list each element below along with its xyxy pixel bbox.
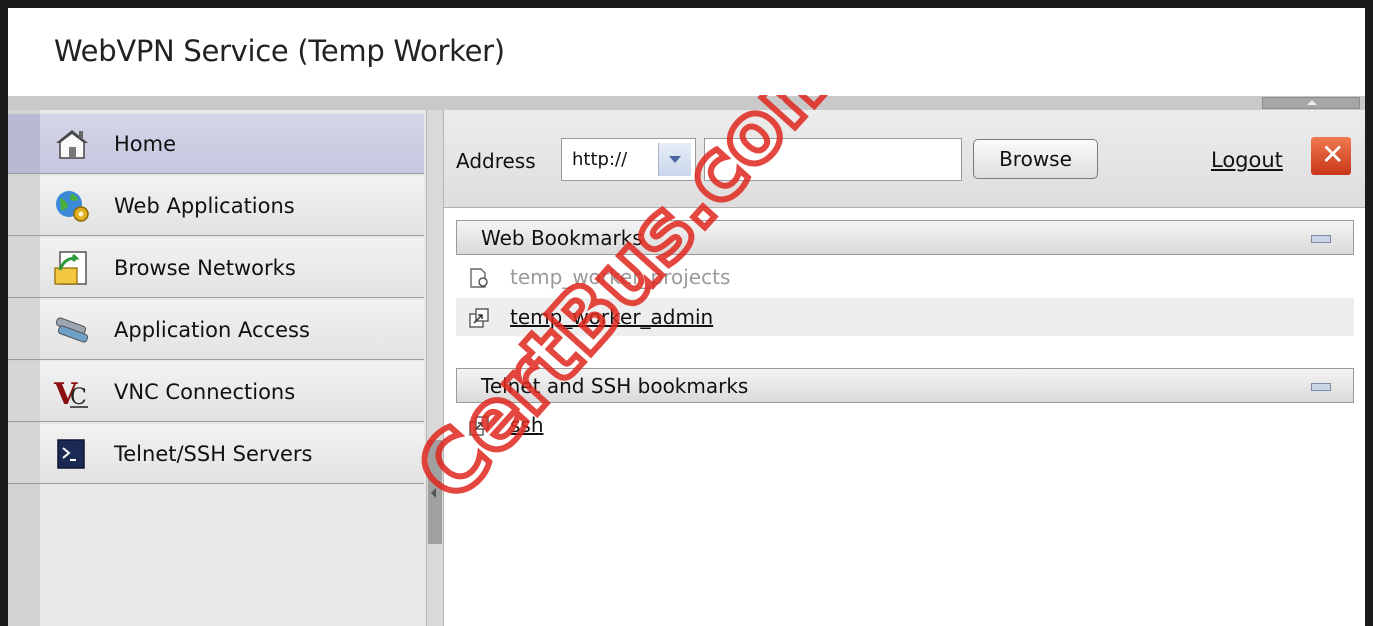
bookmark-row: temp_worker_projects — [456, 258, 1354, 296]
sidebar-item-web-applications[interactable]: Web Applications — [8, 176, 424, 236]
page-header: WebVPN Service (Temp Worker) — [8, 8, 1365, 97]
section-title: Web Bookmarks — [481, 226, 643, 250]
external-link-icon — [469, 308, 489, 328]
application-access-icon — [55, 317, 89, 343]
logout-link[interactable]: Logout — [1211, 148, 1283, 172]
protocol-select[interactable]: http:// — [561, 138, 696, 181]
minimize-icon[interactable] — [1311, 383, 1331, 391]
terminal-icon — [57, 439, 85, 469]
telnet-ssh-bookmarks-header: Telnet and SSH bookmarks — [456, 368, 1354, 403]
top-splitter — [8, 96, 1365, 110]
chevron-left-icon — [431, 488, 436, 498]
minimize-icon[interactable] — [1311, 235, 1331, 243]
protocol-value: http:// — [572, 149, 628, 170]
chevron-up-icon — [1307, 100, 1317, 105]
collapse-header-button[interactable] — [1262, 97, 1360, 109]
page-icon — [470, 268, 488, 288]
sidebar-item-label: Web Applications — [114, 194, 295, 218]
address-label: Address — [456, 149, 536, 173]
sidebar-item-browse-networks[interactable]: Browse Networks — [8, 238, 424, 298]
web-applications-icon — [56, 191, 89, 222]
chevron-down-icon[interactable] — [658, 143, 691, 176]
bookmark-temp-worker-admin[interactable]: temp_worker_admin — [510, 305, 713, 329]
sidebar-item-label: VNC Connections — [114, 380, 296, 404]
sidebar-item-telnet-ssh-servers[interactable]: Telnet/SSH Servers — [8, 424, 424, 484]
bookmark-temp-worker-projects: temp_worker_projects — [510, 265, 731, 289]
section-title: Telnet and SSH bookmarks — [481, 374, 749, 398]
browse-networks-icon — [54, 251, 87, 285]
bookmark-ssh[interactable]: ssh — [510, 413, 544, 437]
web-bookmarks-header: Web Bookmarks — [456, 220, 1354, 255]
sidebar-item-application-access[interactable]: Application Access — [8, 300, 424, 360]
bookmark-row[interactable]: ssh — [456, 406, 1354, 444]
sidebar-item-vnc-connections[interactable]: V C VNC Connections — [8, 362, 424, 422]
url-input[interactable] — [704, 138, 962, 181]
close-button[interactable]: ✕ — [1311, 137, 1351, 175]
browse-button[interactable]: Browse — [973, 139, 1098, 179]
sidebar-item-label: Application Access — [114, 318, 310, 342]
sidebar-item-label: Telnet/SSH Servers — [114, 442, 313, 466]
close-icon: ✕ — [1321, 138, 1345, 171]
page-title: WebVPN Service (Temp Worker) — [54, 34, 505, 68]
collapse-sidebar-handle[interactable] — [428, 440, 442, 544]
home-icon — [56, 130, 88, 159]
sidebar-item-home[interactable]: Home — [8, 114, 424, 174]
sidebar-splitter[interactable] — [426, 110, 444, 626]
sidebar-item-label: Home — [114, 132, 177, 156]
bookmark-row[interactable]: temp_worker_admin — [456, 298, 1354, 336]
external-link-icon — [469, 416, 489, 436]
vnc-icon: V C — [53, 377, 88, 410]
sidebar-item-label: Browse Networks — [114, 256, 296, 280]
